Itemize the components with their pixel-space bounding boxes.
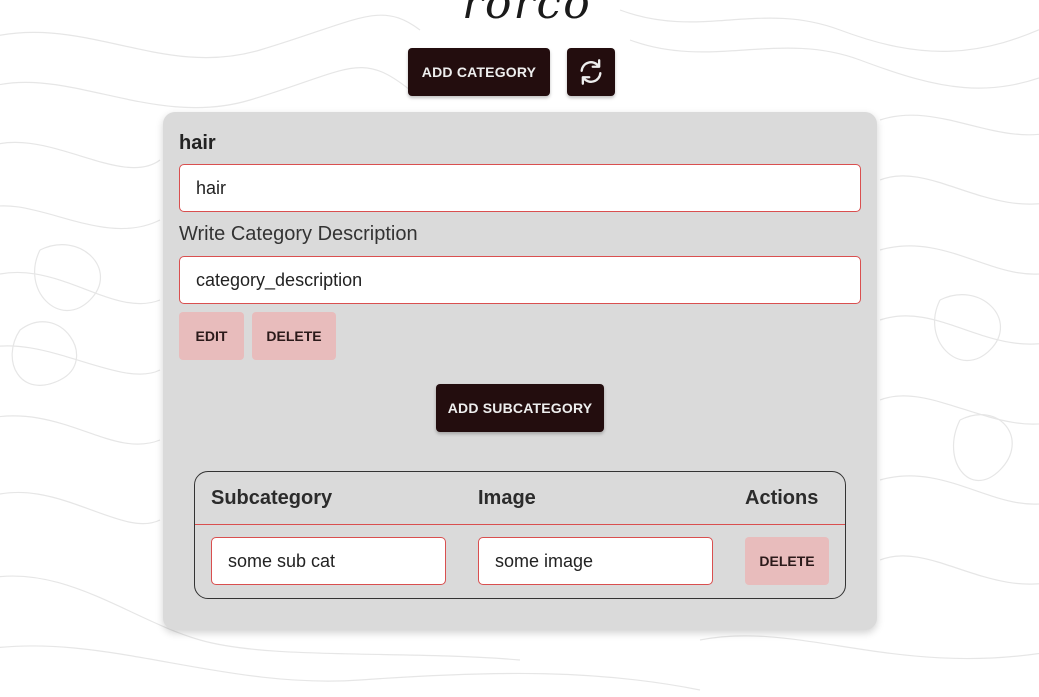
subcategory-table: Subcategory Image Actions DELETE (194, 471, 846, 599)
top-actions: ADD CATEGORY (408, 48, 615, 96)
add-category-button[interactable]: ADD CATEGORY (408, 48, 550, 96)
subcategory-table-header: Subcategory Image Actions (195, 472, 845, 525)
subcategory-input[interactable] (211, 537, 446, 585)
category-description-label: Write Category Description (179, 223, 418, 245)
column-header-subcategory: Subcategory (211, 487, 333, 509)
category-name-heading: hair (179, 132, 216, 154)
delete-subcategory-button[interactable]: DELETE (745, 537, 829, 585)
refresh-icon (580, 59, 602, 85)
edit-category-button[interactable]: EDIT (179, 312, 244, 360)
image-input[interactable] (478, 537, 713, 585)
category-card: hair Write Category Description EDIT DEL… (163, 112, 877, 630)
column-header-actions: Actions (745, 487, 819, 509)
category-description-input[interactable] (179, 256, 861, 304)
column-header-image: Image (478, 487, 536, 509)
delete-category-button[interactable]: DELETE (252, 312, 336, 360)
page: rorco ADD CATEGORY hair Write Category D… (0, 0, 1039, 697)
refresh-button[interactable] (567, 48, 615, 96)
add-subcategory-button[interactable]: ADD SUBCATEGORY (436, 384, 604, 432)
logo: rorco (462, 0, 592, 29)
category-name-input[interactable] (179, 164, 861, 212)
